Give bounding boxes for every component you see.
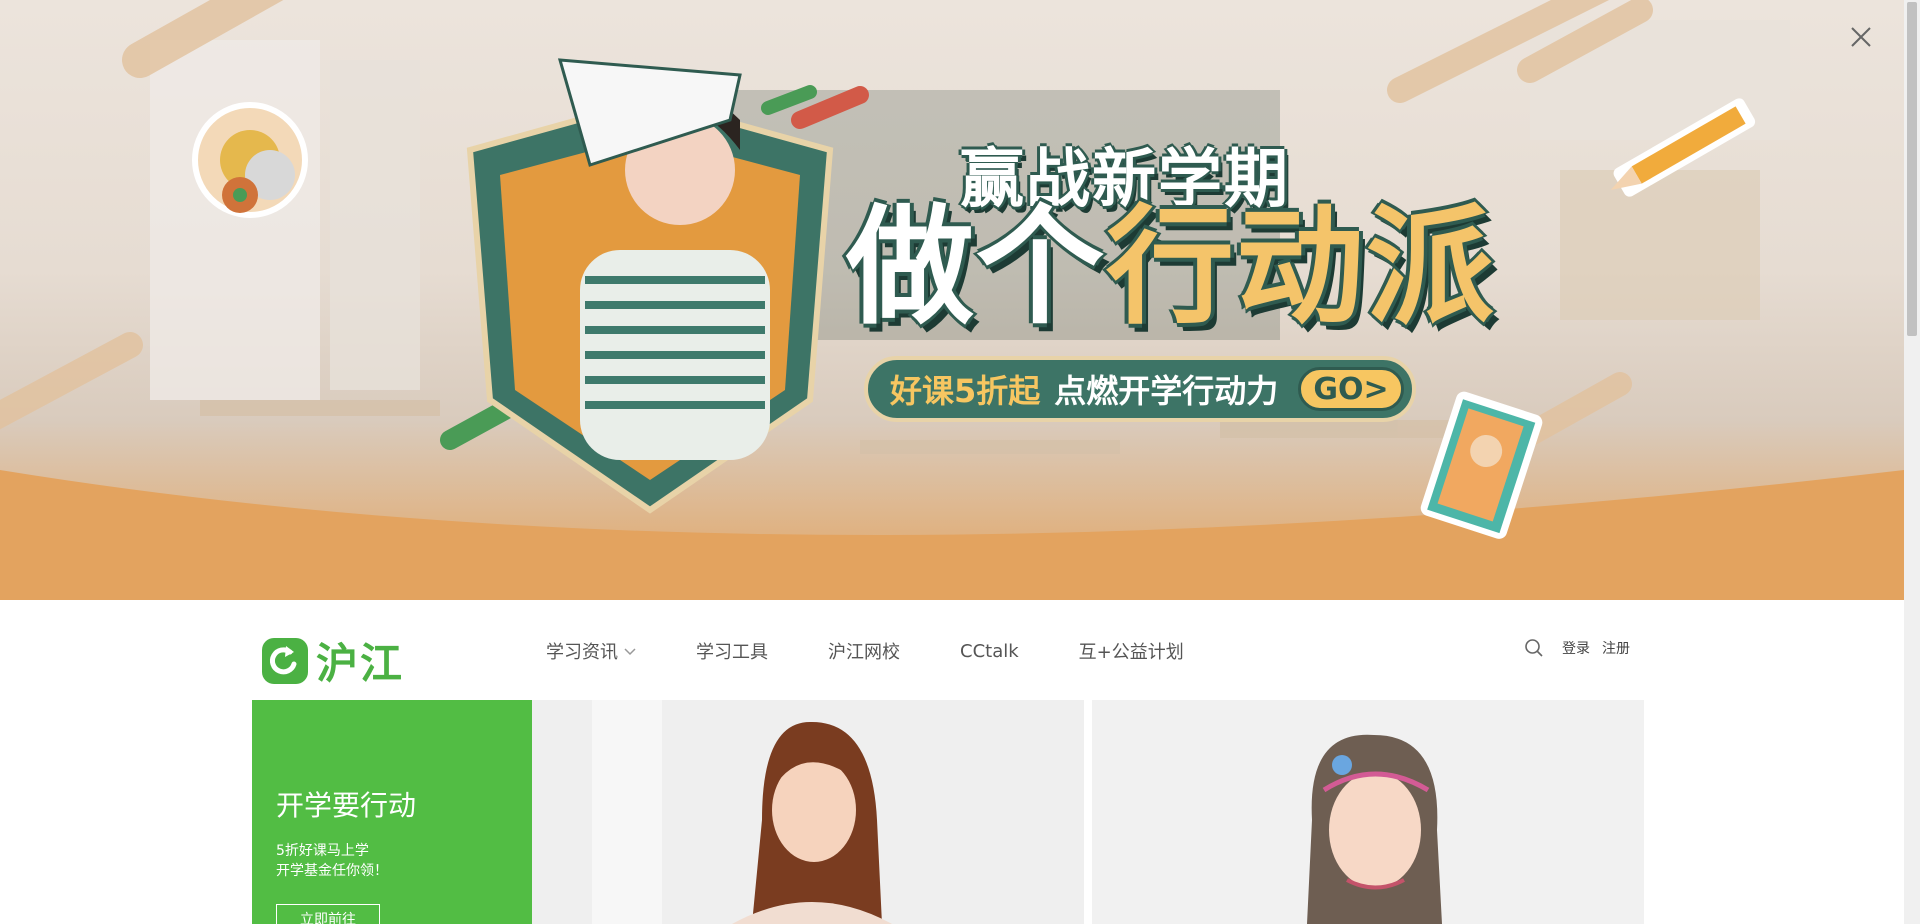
promo-pill[interactable]: 好课5折起 点燃开学行动力 GO> (864, 356, 1416, 422)
page-scrollbar[interactable] (1904, 0, 1920, 924)
chevron-down-icon (624, 648, 636, 656)
menu-item-label: 学习资讯 (546, 642, 618, 663)
headline-part-1: 做个 (846, 193, 1107, 342)
go-button[interactable]: GO> (1298, 367, 1404, 411)
promo-highlight: 好课5折起 (890, 372, 1041, 410)
menu-item-study-tools[interactable]: 学习工具 (696, 638, 768, 664)
feature-line-1: 5折好课马上学 (276, 843, 369, 859)
course-photo-woman[interactable] (532, 700, 1084, 924)
login-link[interactable]: 登录 (1562, 638, 1590, 658)
menu-item-public-welfare[interactable]: 互+公益计划 (1079, 638, 1184, 664)
menu-item-cctalk[interactable]: CCtalk (960, 638, 1019, 664)
hujiang-logo-icon (262, 637, 308, 684)
feature-title: 开学要行动 (276, 789, 417, 822)
promo-text: 点燃开学行动力 (1054, 372, 1279, 410)
user-actions: 登录 注册 (1524, 638, 1630, 658)
site-logo[interactable]: 沪江 (262, 630, 404, 691)
menu-item-study-news[interactable]: 学习资讯 (546, 638, 636, 664)
register-link[interactable]: 注册 (1602, 638, 1630, 658)
headline-part-2: 行动派 (1106, 193, 1497, 342)
scrollbar-thumb[interactable] (1907, 2, 1917, 336)
banner-headline-big: 做个行动派 (846, 197, 1496, 339)
logo-text: 沪江 (316, 639, 405, 688)
promo-banner[interactable]: 赢战新学期 做个行动派 好课5折起 点燃开学行动力 GO> (0, 0, 1904, 600)
search-icon[interactable] (1524, 638, 1544, 658)
menu-item-label: 学习工具 (696, 642, 768, 663)
course-photo-girl[interactable] (1092, 700, 1644, 924)
close-icon[interactable] (1848, 24, 1874, 50)
feature-card[interactable]: 开学要行动 5折好课马上学 开学基金任你领！ 立即前往 (252, 700, 532, 924)
menu-item-label: CCtalk (960, 640, 1019, 662)
main-menu: 学习资讯 学习工具 沪江网校 CCtalk 互+公益计划 (546, 638, 1244, 664)
go-now-button[interactable]: 立即前往 (276, 904, 380, 924)
menu-item-online-school[interactable]: 沪江网校 (828, 638, 900, 664)
feature-line-2: 开学基金任你领！ (276, 863, 388, 879)
menu-item-label: 互+公益计划 (1078, 642, 1184, 663)
menu-item-label: 沪江网校 (828, 642, 900, 663)
